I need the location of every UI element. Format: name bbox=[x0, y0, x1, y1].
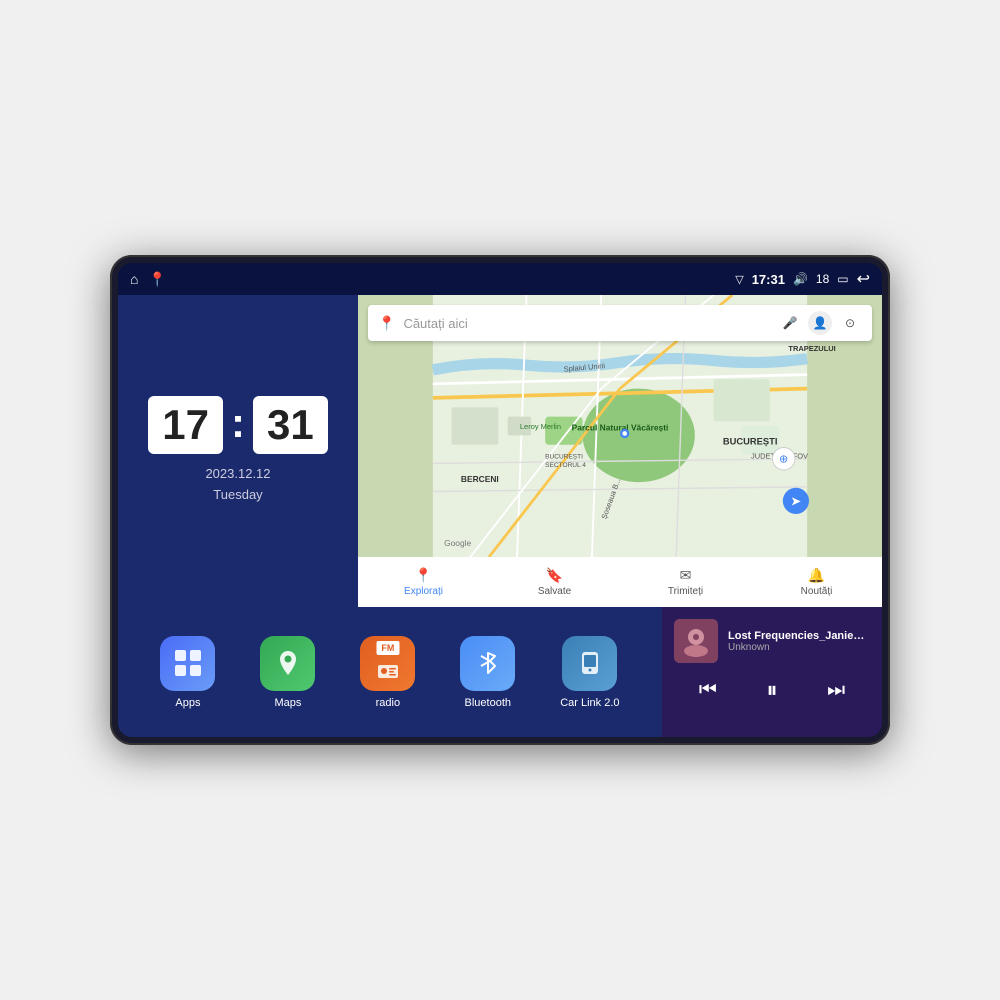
map-widget[interactable]: 📍 Căutați aici 🎤 👤 ⊙ bbox=[358, 295, 882, 607]
clock-widget: 17 : 31 2023.12.12 Tuesday bbox=[118, 295, 358, 607]
radio-icon: FM bbox=[360, 636, 415, 691]
main-content: 17 : 31 2023.12.12 Tuesday 📍 Căutați aic… bbox=[118, 295, 882, 737]
status-right-info: ▽ 17:31 🔊 18 ▭ ↩ bbox=[735, 269, 870, 289]
clock-colon: : bbox=[231, 399, 245, 447]
carlink-label: Car Link 2.0 bbox=[560, 697, 619, 709]
status-left-icons: ⌂ 📍 bbox=[130, 271, 166, 288]
bluetooth-icon bbox=[460, 636, 515, 691]
map-search-placeholder: Căutați aici bbox=[403, 316, 770, 331]
clock-hours: 17 bbox=[148, 396, 223, 454]
apps-section: Apps Maps FM bbox=[118, 607, 662, 737]
app-item-carlink[interactable]: Car Link 2.0 bbox=[560, 636, 619, 709]
maps-icon bbox=[260, 636, 315, 691]
maps-label: Maps bbox=[274, 697, 301, 709]
svg-text:Google: Google bbox=[444, 538, 471, 548]
radio-label: radio bbox=[376, 697, 400, 709]
next-track-button[interactable]: ⏭ bbox=[823, 676, 849, 704]
saved-icon: 🔖 bbox=[546, 567, 563, 584]
day-text: Tuesday bbox=[205, 485, 270, 506]
map-nav-saved[interactable]: 🔖 Salvate bbox=[489, 567, 620, 597]
clock-display: 17 : 31 bbox=[148, 396, 327, 454]
voice-search-btn[interactable]: 🎤 bbox=[778, 311, 802, 335]
music-title: Lost Frequencies_Janieck Devy-... bbox=[728, 630, 870, 642]
music-controls: ⏮ ⏸ ⏭ bbox=[674, 671, 870, 709]
svg-text:➤: ➤ bbox=[790, 494, 801, 509]
music-info: Lost Frequencies_Janieck Devy-... Unknow… bbox=[674, 619, 870, 663]
news-icon: 🔔 bbox=[808, 567, 825, 584]
app-item-bluetooth[interactable]: Bluetooth bbox=[460, 636, 515, 709]
apps-icon bbox=[160, 636, 215, 691]
map-search-bar[interactable]: 📍 Căutați aici 🎤 👤 ⊙ bbox=[368, 305, 872, 341]
device-screen: ⌂ 📍 ▽ 17:31 🔊 18 ▭ ↩ 17 : bbox=[118, 263, 882, 737]
svg-text:BERCENI: BERCENI bbox=[461, 474, 499, 484]
prev-track-button[interactable]: ⏮ bbox=[695, 676, 721, 704]
carlink-icon bbox=[562, 636, 617, 691]
saved-label: Salvate bbox=[538, 586, 571, 597]
back-icon[interactable]: ↩ bbox=[857, 269, 870, 289]
account-btn[interactable]: 👤 bbox=[808, 311, 832, 335]
apps-label: Apps bbox=[175, 697, 200, 709]
svg-text:TRAPEZULUI: TRAPEZULUI bbox=[788, 344, 835, 353]
explore-icon: 📍 bbox=[415, 567, 432, 584]
svg-text:Leroy Merlin: Leroy Merlin bbox=[520, 422, 561, 431]
play-pause-button[interactable]: ⏸ bbox=[762, 675, 781, 705]
car-display-device: ⌂ 📍 ▽ 17:31 🔊 18 ▭ ↩ 17 : bbox=[110, 255, 890, 745]
signal-icon: ▽ bbox=[735, 273, 743, 286]
svg-text:SECTORUL 4: SECTORUL 4 bbox=[545, 462, 586, 469]
date-display: 2023.12.12 Tuesday bbox=[205, 464, 270, 506]
app-item-maps[interactable]: Maps bbox=[260, 636, 315, 709]
send-label: Trimiteți bbox=[668, 586, 703, 597]
explore-label: Explorați bbox=[404, 586, 443, 597]
status-time: 17:31 bbox=[752, 272, 785, 287]
volume-icon: 🔊 bbox=[793, 272, 808, 286]
bottom-section: Apps Maps FM bbox=[118, 607, 882, 737]
map-nav-explore[interactable]: 📍 Explorați bbox=[358, 567, 489, 597]
music-text: Lost Frequencies_Janieck Devy-... Unknow… bbox=[728, 630, 870, 653]
app-item-apps[interactable]: Apps bbox=[160, 636, 215, 709]
top-section: 17 : 31 2023.12.12 Tuesday 📍 Căutați aic… bbox=[118, 295, 882, 607]
map-nav-news[interactable]: 🔔 Noutăți bbox=[751, 567, 882, 597]
svg-text:BUCUREȘTI: BUCUREȘTI bbox=[723, 437, 778, 447]
svg-text:Parcul Natural Văcărești: Parcul Natural Văcărești bbox=[572, 423, 669, 433]
status-bar: ⌂ 📍 ▽ 17:31 🔊 18 ▭ ↩ bbox=[118, 263, 882, 295]
bluetooth-label: Bluetooth bbox=[465, 697, 511, 709]
map-search-actions: 🎤 👤 ⊙ bbox=[778, 311, 862, 335]
app-item-radio[interactable]: FM radio bbox=[360, 636, 415, 709]
home-icon[interactable]: ⌂ bbox=[130, 271, 138, 287]
battery-level: 18 bbox=[816, 272, 829, 286]
map-bottom-nav: 📍 Explorați 🔖 Salvate ✉ Trimiteți 🔔 bbox=[358, 557, 882, 607]
battery-icon: ▭ bbox=[837, 272, 848, 286]
svg-text:BUCUREȘTI: BUCUREȘTI bbox=[545, 454, 583, 461]
date-text: 2023.12.12 bbox=[205, 464, 270, 485]
map-pin-icon: 📍 bbox=[378, 315, 395, 332]
map-nav-send[interactable]: ✉ Trimiteți bbox=[620, 567, 751, 597]
svg-text:⊕: ⊕ bbox=[779, 453, 788, 465]
clock-minutes: 31 bbox=[253, 396, 328, 454]
music-player: Lost Frequencies_Janieck Devy-... Unknow… bbox=[662, 607, 882, 737]
maps-status-icon[interactable]: 📍 bbox=[148, 271, 165, 288]
news-label: Noutăți bbox=[801, 586, 833, 597]
layers-btn[interactable]: ⊙ bbox=[838, 311, 862, 335]
send-icon: ✉ bbox=[680, 567, 692, 584]
music-thumbnail bbox=[674, 619, 718, 663]
music-artist: Unknown bbox=[728, 642, 870, 653]
